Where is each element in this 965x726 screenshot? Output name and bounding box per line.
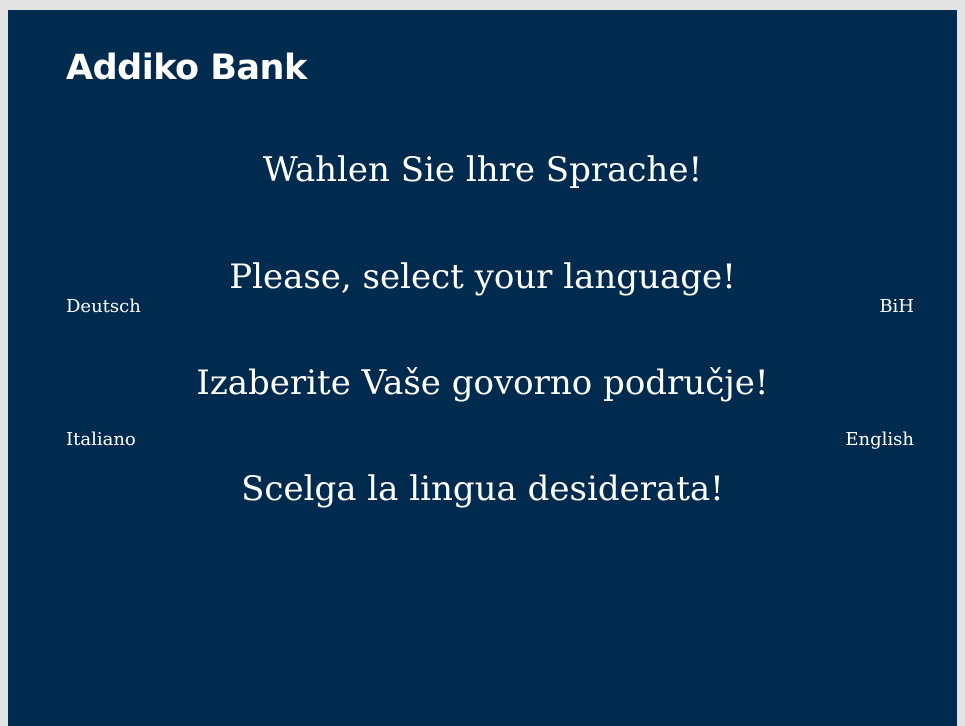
prompt-bosnian: Izaberite Vaše govorno područje! [196, 363, 769, 403]
language-option-italiano[interactable]: Italiano [66, 427, 136, 453]
addiko-bank-logo: Addiko Bank [66, 48, 307, 88]
language-selection-screen: Addiko Bank Wahlen Sie lhre Sprache! Ple… [8, 10, 957, 726]
prompt-german: Wahlen Sie lhre Sprache! [262, 150, 703, 190]
language-option-deutsch[interactable]: Deutsch [66, 294, 141, 320]
prompt-english: Please, select your language! [229, 257, 736, 297]
language-option-english[interactable]: English [845, 427, 914, 453]
language-option-bih[interactable]: BiH [879, 294, 914, 320]
prompt-italian: Scelga la lingua desiderata! [241, 469, 724, 509]
